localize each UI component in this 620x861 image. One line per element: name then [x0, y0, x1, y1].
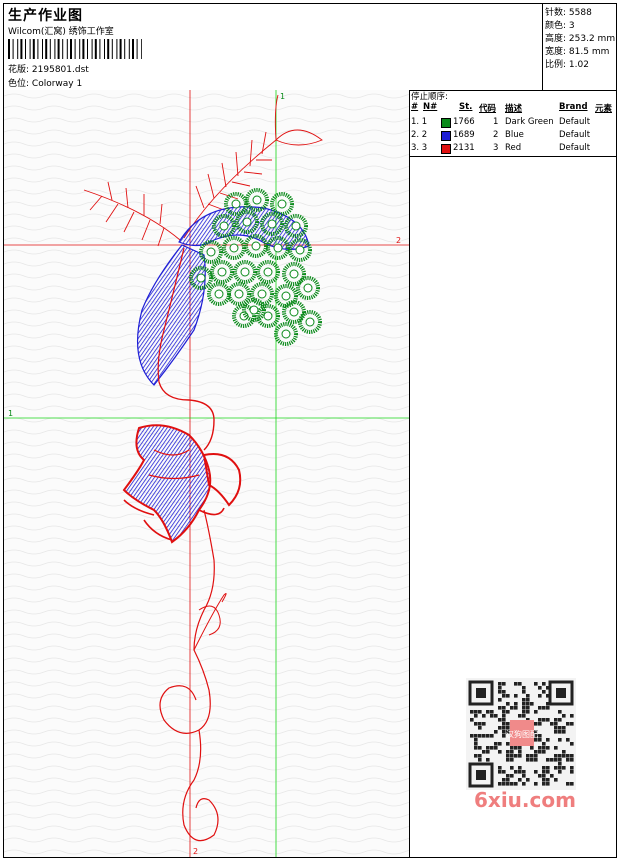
guide-label-h1: 1 [8, 409, 13, 418]
stats-panel: 针数: 5588 颜色: 3 高度: 253.2 mm 宽度: 81.5 mm … [542, 4, 617, 90]
guide-label-v1: 1 [280, 92, 285, 101]
col-st: St. [459, 102, 473, 112]
page-title: 生产作业图 [8, 8, 83, 24]
design-label: 花版: [8, 65, 30, 75]
company-name: Wilcom(汇窝) 绣饰工作室 [8, 27, 114, 37]
swatch-dark-green [441, 118, 451, 128]
swatch-blue [441, 131, 451, 141]
guide-label-h2: 2 [396, 236, 401, 245]
design-canvas: 1 2 1 2 [4, 90, 410, 857]
stop-sequence-label: 停止顺序: [411, 92, 448, 102]
watermark-text: 6xiu.com [474, 788, 576, 812]
colorway-value: Colorway 1 [31, 79, 83, 89]
stat-scale: 比例: 1.02 [545, 60, 589, 70]
stop-sequence-panel: 停止顺序: # N# St. 代码 描述 Brand 元素 1. 1 1766 … [409, 90, 616, 157]
col-element: 元素 [595, 104, 613, 114]
embroidery-preview: 1 2 1 2 [4, 90, 409, 857]
design-value: 2195801.dst [31, 65, 89, 75]
swatch-red [441, 144, 451, 154]
colorway-label: 色位: [8, 79, 30, 89]
col-code: 代码 [479, 104, 497, 114]
qr-code: 汉狗图配 [466, 678, 576, 790]
design-file: 花版: 2195801.dst [8, 62, 89, 75]
barcode [8, 39, 142, 59]
col-no: N# [423, 102, 438, 112]
stat-width: 宽度: 81.5 mm [545, 47, 610, 57]
stat-stitches: 针数: 5588 [545, 8, 592, 18]
stat-colors: 颜色: 3 [545, 21, 575, 31]
colorway: 色位: Colorway 1 [8, 76, 82, 89]
col-hash: # [411, 102, 419, 112]
stat-height: 高度: 253.2 mm [545, 34, 616, 44]
sheet-header: 生产作业图 Wilcom(汇窝) 绣饰工作室 花版: 2195801.dst 色… [4, 4, 616, 91]
guide-label-v2: 2 [193, 847, 198, 856]
svg-text:汉狗图配: 汉狗图配 [506, 729, 538, 739]
col-desc: 描述 [505, 104, 523, 114]
col-brand: Brand [559, 102, 588, 112]
